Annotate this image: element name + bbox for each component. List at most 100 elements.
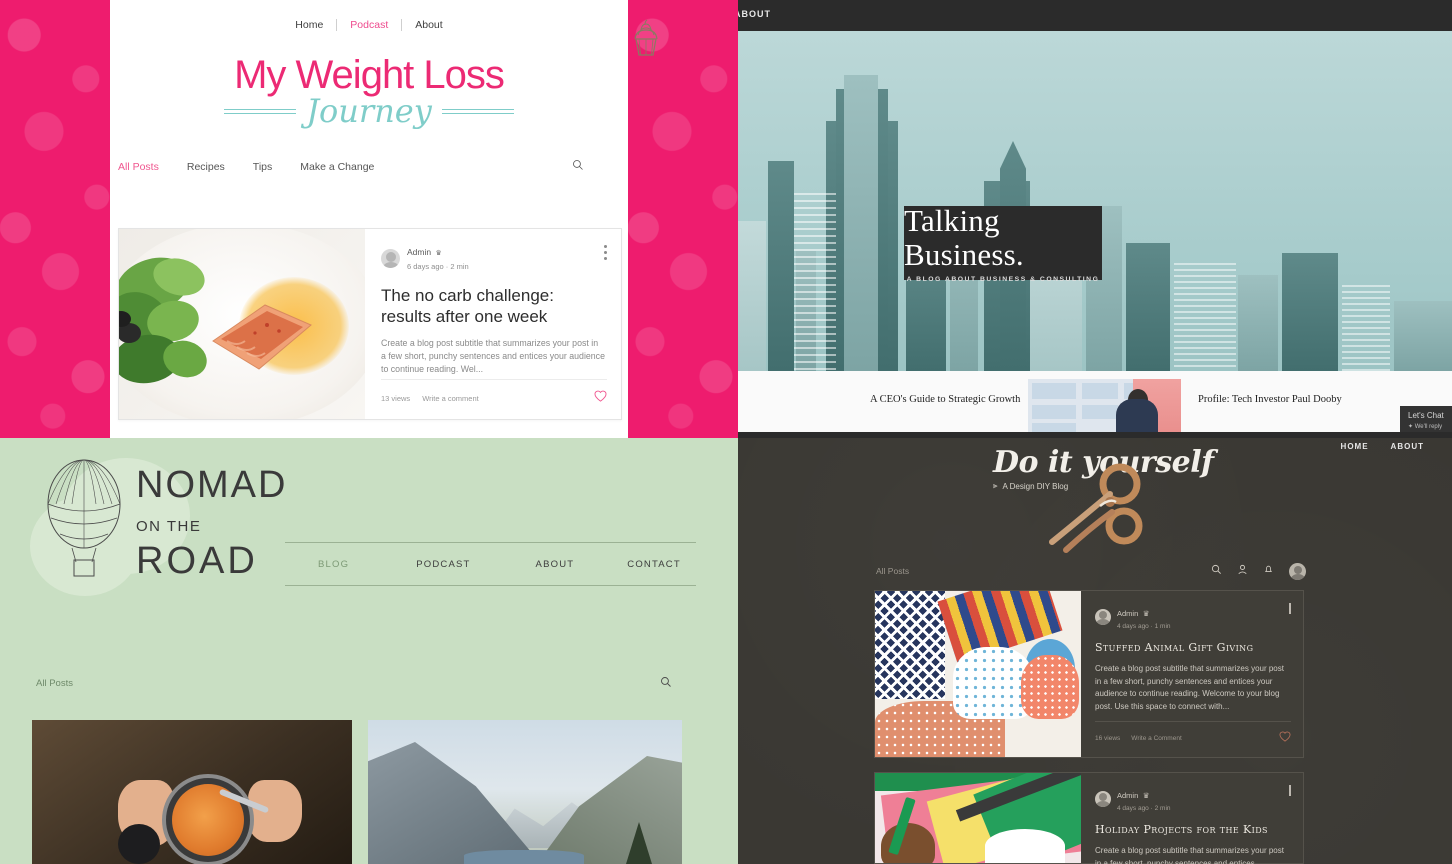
avatar — [381, 249, 400, 268]
tab-all-posts[interactable]: All Posts — [118, 161, 159, 173]
template-preview-nomad[interactable]: NOMAD ON THE ROAD BLOG PODCAST ABOUT CON… — [0, 438, 738, 864]
search-icon[interactable] — [1211, 562, 1222, 580]
nav-item-about[interactable]: ABOUT — [1391, 442, 1424, 451]
template-preview-diy[interactable]: HOME ABOUT Do it yourself ⫸ A Design DIY… — [738, 438, 1452, 864]
all-posts-label[interactable]: All Posts — [36, 678, 73, 689]
post-title-investor-profile[interactable]: Profile: Tech Investor Paul Dooby — [1198, 393, 1358, 406]
blog-post-card[interactable]: Admin ♛ 4 days ago · 1 min Stuffed Anima… — [874, 590, 1304, 758]
nav-item-podcast[interactable]: Podcast — [337, 19, 403, 31]
weight-loss-content: Home Podcast About My Weight Loss Journe… — [110, 0, 658, 438]
logo-rule-left — [224, 108, 297, 114]
heart-icon[interactable] — [594, 389, 607, 407]
logo-rule-right — [441, 108, 514, 114]
template-gallery-grid: Home Podcast About My Weight Loss Journe… — [0, 0, 1452, 864]
hot-air-balloon-icon — [47, 459, 121, 577]
pattern-sidebar-left — [0, 0, 110, 438]
nav-item-about[interactable]: ABOUT — [738, 9, 771, 19]
template-preview-weight-loss[interactable]: Home Podcast About My Weight Loss Journe… — [0, 0, 738, 438]
blog-post-card[interactable]: Admin ♛ 4 days ago · 2 min Holiday Proje… — [874, 772, 1304, 864]
post-footer: 16 views Write a Comment — [1095, 721, 1291, 747]
tab-tips[interactable]: Tips — [253, 161, 272, 173]
post-thumbnail — [119, 229, 365, 419]
diy-nav: HOME ABOUT — [1341, 442, 1424, 451]
post-time-ago: 4 days ago — [1117, 623, 1149, 630]
post-excerpt: Create a blog post subtitle that summari… — [1095, 846, 1284, 864]
post-view-count: 16 views — [1095, 734, 1121, 742]
write-comment-link[interactable]: Write a Comment — [1131, 735, 1181, 742]
hero-title-box: Talking Business. A BLOG ABOUT BUSINESS … — [904, 202, 1102, 283]
menu-item-podcast[interactable]: PODCAST — [416, 559, 470, 570]
nav-item-home[interactable]: HOME — [1341, 442, 1369, 451]
post-excerpt: Create a blog post subtitle that summari… — [381, 338, 605, 374]
post-author-name: Admin — [407, 247, 432, 257]
salmon-fillet-illustration — [212, 304, 312, 370]
post-thumbnail — [875, 773, 1081, 863]
post-separator: · — [445, 262, 449, 271]
tab-recipes[interactable]: Recipes — [187, 161, 225, 173]
crown-icon: ♛ — [1142, 609, 1150, 618]
flourish-icon: ⫸ — [993, 481, 998, 490]
kebab-menu-icon[interactable] — [604, 245, 607, 263]
post-title[interactable]: Holiday Projects for the Kids — [1095, 823, 1289, 836]
hero-image: Talking Business. A BLOG ABOUT BUSINESS … — [738, 31, 1452, 371]
logo-line-1: My Weight Loss — [234, 53, 505, 97]
logo-line-onthe: ON THE — [136, 518, 202, 535]
talking-business-topbar: ABOUT — [738, 0, 1452, 31]
post-image-mountains[interactable] — [368, 720, 682, 864]
menu-item-contact[interactable]: CONTACT — [627, 559, 681, 570]
template-preview-talking-business[interactable]: ABOUT Talking Business. A — [738, 0, 1452, 438]
post-meta: Admin ♛ 4 days ago · 2 min — [1117, 785, 1171, 812]
avatar — [1095, 608, 1111, 625]
diy-toolbar — [1211, 562, 1306, 580]
post-time-ago: 6 days ago — [407, 262, 444, 271]
kebab-menu-icon[interactable] — [1289, 603, 1291, 614]
post-title-ceo-guide[interactable]: A CEO's Guide to Strategic Growth — [870, 393, 1030, 406]
nav-item-about[interactable]: About — [402, 19, 455, 31]
post-image-camping[interactable] — [32, 720, 352, 864]
site-tagline: A BLOG ABOUT BUSINESS & CONSULTING — [906, 275, 1100, 283]
all-posts-label[interactable]: All Posts — [876, 566, 909, 576]
post-author-row: Admin ♛ 4 days ago · 2 min — [1095, 785, 1289, 812]
kebab-menu-icon[interactable] — [1289, 785, 1291, 796]
post-time-ago: 4 days ago — [1117, 805, 1149, 812]
chat-widget-subtitle: ✦ We'll reply — [1408, 424, 1443, 430]
post-timestamp: 4 days ago · 1 min — [1117, 623, 1171, 630]
tab-make-a-change[interactable]: Make a Change — [300, 161, 374, 173]
logo-line-road: ROAD — [136, 540, 258, 582]
pattern-sidebar-right — [628, 0, 738, 438]
search-icon[interactable] — [660, 676, 672, 688]
post-read-time: 2 min — [1154, 805, 1171, 812]
talking-business-post-strip: A CEO's Guide to Strategic Growth Profil… — [738, 371, 1452, 434]
post-title[interactable]: Stuffed Animal Gift Giving — [1095, 641, 1289, 654]
avatar-icon[interactable] — [1289, 562, 1306, 580]
post-meta: Admin ♛ 6 days ago · 2 min — [407, 245, 469, 272]
members-icon[interactable] — [1237, 562, 1248, 580]
chat-widget-title: Let's Chat — [1408, 411, 1444, 420]
weight-loss-top-nav: Home Podcast About — [110, 0, 628, 31]
post-timestamp: 6 days ago · 2 min — [407, 261, 469, 272]
menu-item-blog[interactable]: BLOG — [318, 559, 349, 570]
nomad-main-menu: BLOG PODCAST ABOUT CONTACT — [285, 542, 696, 586]
search-icon[interactable] — [572, 159, 584, 171]
avatar — [1095, 790, 1111, 807]
heart-icon[interactable] — [1279, 729, 1291, 747]
post-title[interactable]: The no carb challenge: results after one… — [381, 285, 605, 327]
post-separator: · — [1150, 805, 1153, 812]
menu-item-about[interactable]: ABOUT — [536, 559, 575, 570]
post-body: Admin ♛ 6 days ago · 2 min The no carb c… — [365, 229, 621, 419]
notification-bell-icon[interactable] — [1263, 562, 1274, 580]
logo-line-2: Journey — [306, 92, 432, 130]
write-comment-link[interactable]: Write a comment — [422, 394, 479, 403]
chat-icon: ✦ — [1408, 424, 1414, 430]
site-title: Talking Business. — [904, 202, 1024, 272]
post-read-time: 2 min — [450, 262, 469, 271]
scissors-icon — [1049, 463, 1143, 553]
cupcake-icon — [634, 19, 658, 56]
post-author-row: Admin ♛ 6 days ago · 2 min — [381, 245, 605, 272]
post-footer: 13 views Write a comment — [381, 379, 607, 407]
nav-item-home[interactable]: Home — [282, 19, 338, 31]
weight-loss-logo[interactable]: My Weight Loss Journey — [110, 19, 658, 130]
crown-icon: ♛ — [435, 250, 442, 257]
blog-post-card[interactable]: Admin ♛ 6 days ago · 2 min The no carb c… — [118, 228, 622, 420]
post-read-time: 1 min — [1154, 623, 1171, 630]
